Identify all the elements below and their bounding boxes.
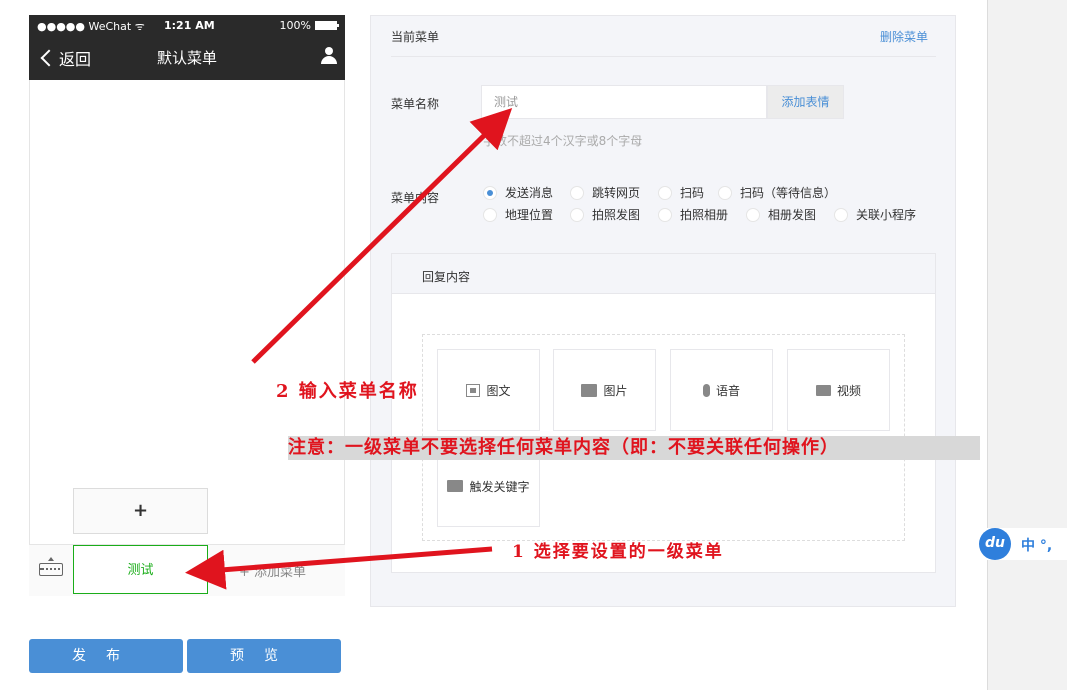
annotation-step-2: 2 输入菜单名称 (276, 381, 419, 402)
phone-menu-bar: 测试 + 添加菜单 (29, 544, 345, 596)
folder-icon (447, 480, 464, 492)
option-open-web[interactable]: 跳转网页 (570, 184, 640, 201)
delete-menu-link[interactable]: 删除菜单 (880, 28, 928, 45)
news-icon (466, 383, 481, 397)
keyboard-icon[interactable] (39, 557, 65, 579)
option-camera-album[interactable]: 拍照相册 (658, 206, 728, 223)
menu-name-input[interactable]: 测试 (481, 85, 767, 119)
divider (391, 56, 936, 57)
add-menu-button[interactable]: + 添加菜单 (239, 561, 306, 580)
menu-name-label: 菜单名称 (391, 97, 440, 111)
radio-icon (834, 207, 848, 222)
reply-type-video[interactable]: 视频 (787, 349, 890, 431)
radio-icon (746, 207, 760, 222)
menu-name-hint: 字数不超过4个汉字或8个字母 (483, 134, 643, 148)
video-icon (815, 384, 831, 396)
current-menu-label: 当前菜单 (391, 30, 440, 44)
reply-type-voice[interactable]: 语音 (670, 349, 773, 431)
add-submenu-button[interactable]: + (73, 488, 208, 534)
radio-icon (570, 185, 584, 200)
reply-type-image[interactable]: 图片 (553, 349, 656, 431)
reply-content-header (391, 253, 936, 294)
user-icon[interactable] (319, 45, 339, 65)
radio-icon (658, 185, 672, 200)
option-location[interactable]: 地理位置 (483, 206, 553, 223)
radio-icon (658, 207, 672, 222)
reply-type-news[interactable]: 图文 (437, 349, 540, 431)
nav-title: 默认菜单 (156, 49, 217, 67)
option-send-message[interactable]: 发送消息 (483, 184, 553, 201)
status-time: 1:21 AM (164, 19, 215, 32)
page-scroll-gutter[interactable] (987, 0, 1067, 690)
reply-content-title: 回复内容 (422, 270, 471, 284)
voice-icon (702, 383, 710, 397)
option-scan-wait[interactable]: 扫码（等待信息） (718, 184, 836, 201)
menu-item-current[interactable]: 测试 (73, 545, 208, 594)
radio-icon (718, 185, 732, 200)
phone-status-bar: ●●●●● WeChat ᯤ 1:21 AM 100% (29, 15, 345, 35)
annotation-note: 注意：一级菜单不要选择任何菜单内容（即：不要关联任何操作） (288, 436, 980, 460)
status-battery: 100% (279, 19, 339, 32)
radio-selected-icon (483, 185, 497, 200)
publish-button[interactable]: 发布 (29, 639, 183, 673)
option-mini-program[interactable]: 关联小程序 (834, 206, 916, 223)
battery-icon (315, 21, 339, 30)
ime-logo-icon[interactable]: du (979, 528, 1011, 560)
option-scan[interactable]: 扫码 (658, 184, 704, 201)
phone-nav-bar: 返回 默认菜单 (29, 35, 345, 80)
option-album-photo[interactable]: 相册发图 (746, 206, 816, 223)
option-camera-photo[interactable]: 拍照发图 (570, 206, 640, 223)
radio-icon (570, 207, 584, 222)
ime-mode-label[interactable]: 中 °, (1021, 535, 1052, 555)
add-emoji-button[interactable]: 添加表情 (767, 85, 844, 119)
battery-percent: 100% (279, 19, 311, 32)
menu-content-label: 菜单内容 (391, 191, 440, 205)
image-icon (581, 383, 598, 397)
radio-icon (483, 207, 497, 222)
annotation-step-1: 1 选择要设置的一级菜单 (512, 542, 724, 562)
preview-button[interactable]: 预览 (187, 639, 341, 673)
status-carrier: ●●●●● WeChat ᯤ (37, 20, 145, 33)
